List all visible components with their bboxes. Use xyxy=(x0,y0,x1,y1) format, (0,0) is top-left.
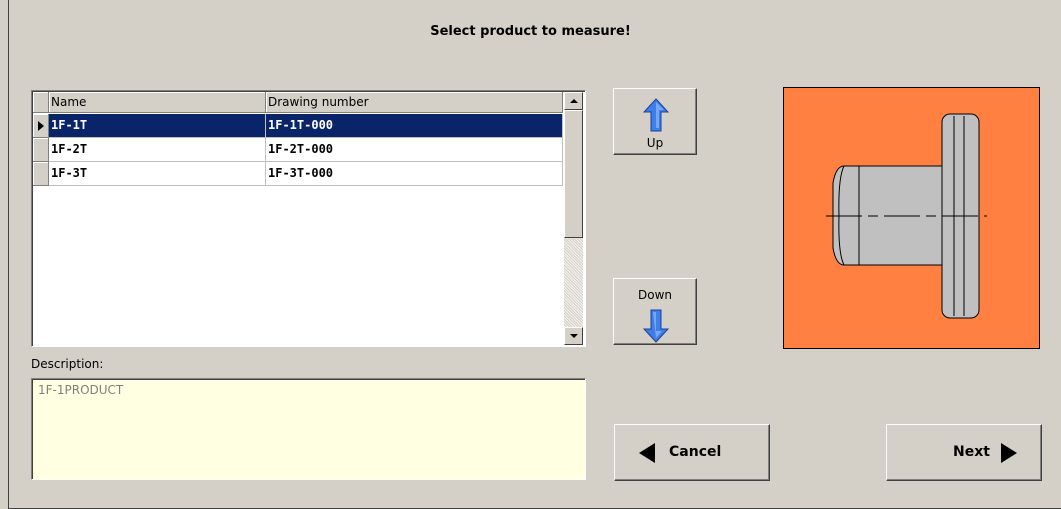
description-label: Description: xyxy=(31,357,104,371)
row-indicator xyxy=(33,114,49,138)
cell-drawing-number[interactable]: 1F-2T-000 xyxy=(266,138,563,162)
scrollbar-thumb[interactable] xyxy=(564,110,583,238)
cell-name[interactable]: 1F-2T xyxy=(49,138,266,162)
up-arrow-icon xyxy=(643,98,669,132)
description-field[interactable]: 1F-1PRODUCT xyxy=(31,378,586,480)
column-header-drawing-number[interactable]: Drawing number xyxy=(266,92,563,113)
down-button-label: Down xyxy=(637,288,672,302)
down-button[interactable]: Down xyxy=(613,278,697,345)
row-indicator-header xyxy=(33,92,49,113)
row-indicator xyxy=(33,138,49,162)
cancel-button-label: Cancel xyxy=(669,444,722,460)
current-row-arrow-icon xyxy=(38,121,44,131)
product-grid[interactable]: Name Drawing number 1F-1T 1F-1T-000 1F-2… xyxy=(31,90,586,347)
cell-name[interactable]: 1F-3T xyxy=(49,162,266,186)
vertical-scrollbar[interactable] xyxy=(564,92,583,345)
table-row[interactable]: 1F-1T 1F-1T-000 xyxy=(33,114,563,138)
row-indicator xyxy=(33,162,49,186)
next-button-label: Next xyxy=(953,444,990,460)
table-row[interactable]: 1F-3T 1F-3T-000 xyxy=(33,162,563,186)
next-button[interactable]: Next xyxy=(886,424,1042,481)
column-header-name[interactable]: Name xyxy=(49,92,266,113)
scroll-up-button[interactable] xyxy=(564,92,583,110)
up-button-label: Up xyxy=(646,136,664,150)
table-row[interactable]: 1F-2T 1F-2T-000 xyxy=(33,138,563,162)
scroll-down-arrow-icon xyxy=(570,334,578,338)
flanged-shaft-drawing-icon xyxy=(826,113,987,319)
down-arrow-icon xyxy=(643,309,669,343)
cell-drawing-number[interactable]: 1F-1T-000 xyxy=(266,114,563,138)
cell-drawing-number[interactable]: 1F-3T-000 xyxy=(266,162,563,186)
scroll-down-button[interactable] xyxy=(564,327,583,345)
cell-name[interactable]: 1F-1T xyxy=(49,114,266,138)
page-title: Select product to measure! xyxy=(430,24,631,39)
up-button[interactable]: Up xyxy=(613,88,697,155)
scroll-up-arrow-icon xyxy=(570,99,578,103)
back-arrow-icon xyxy=(639,443,655,463)
forward-arrow-icon xyxy=(1001,443,1017,463)
cancel-button[interactable]: Cancel xyxy=(614,424,770,481)
product-image xyxy=(783,87,1040,349)
